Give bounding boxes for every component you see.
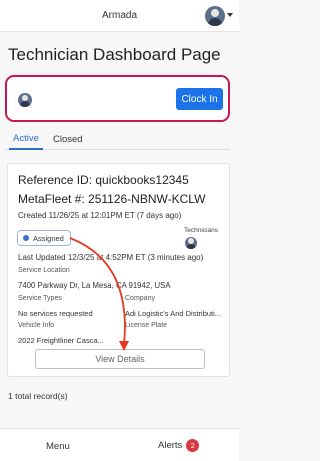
clock-in-panel: Clock In: [5, 75, 230, 122]
status-dot-icon: [23, 235, 29, 241]
vehicle-info-value: 2022 Freightliner Casca...: [18, 336, 104, 345]
service-location-label: Service Location: [18, 267, 70, 274]
service-types-label: Service Types: [18, 295, 62, 302]
alerts-count-badge: 2: [186, 439, 200, 452]
bottom-navigation-bar: Menu Alerts 2: [0, 428, 239, 461]
vehicle-info-label: Vehicle Info: [18, 322, 55, 329]
created-timestamp: Created 11/26/25 at 12:01PM ET (7 days a…: [18, 211, 182, 220]
service-location-value: 7400 Parkway Dr, La Mesa, CA 91942, USA: [18, 281, 171, 290]
technician-avatar-icon: [18, 93, 32, 107]
alerts-button[interactable]: Alerts 2: [158, 439, 200, 452]
menu-button[interactable]: Menu: [46, 441, 70, 452]
view-details-button[interactable]: View Details: [35, 349, 205, 369]
top-navigation-bar: Armada: [0, 0, 239, 32]
record-tabs: Active Closed: [5, 128, 230, 150]
company-label: Company: [125, 295, 155, 302]
last-updated-timestamp: Last Updated 12/3/25 at 4:52PM ET (3 min…: [18, 253, 204, 262]
license-plate-label: License Plate: [125, 322, 168, 329]
reference-id: Reference ID: quickbooks12345: [18, 173, 189, 187]
tab-closed[interactable]: Closed: [49, 128, 87, 150]
alerts-label: Alerts: [158, 440, 183, 451]
service-record-card: Reference ID: quickbooks12345 MetaFleet …: [7, 163, 230, 377]
page-title: Technician Dashboard Page: [8, 45, 221, 64]
status-label: Assigned: [33, 233, 64, 243]
chevron-down-icon[interactable]: [227, 13, 233, 17]
status-badge: Assigned: [17, 230, 71, 246]
user-avatar-icon[interactable]: [205, 6, 225, 26]
technician-avatar-icon: [185, 237, 197, 249]
metafleet-number: MetaFleet #: 251126-NBNW-KCLW: [18, 192, 206, 206]
company-value: Adi Logistic's And Distributi...: [125, 309, 222, 318]
tab-active[interactable]: Active: [9, 128, 43, 150]
clock-in-button[interactable]: Clock In: [176, 88, 223, 110]
total-records: 1 total record(s): [8, 391, 68, 401]
technicians-label: Technicians: [184, 227, 218, 234]
app-title: Armada: [101, 10, 137, 21]
service-types-value: No services requested: [18, 309, 93, 318]
